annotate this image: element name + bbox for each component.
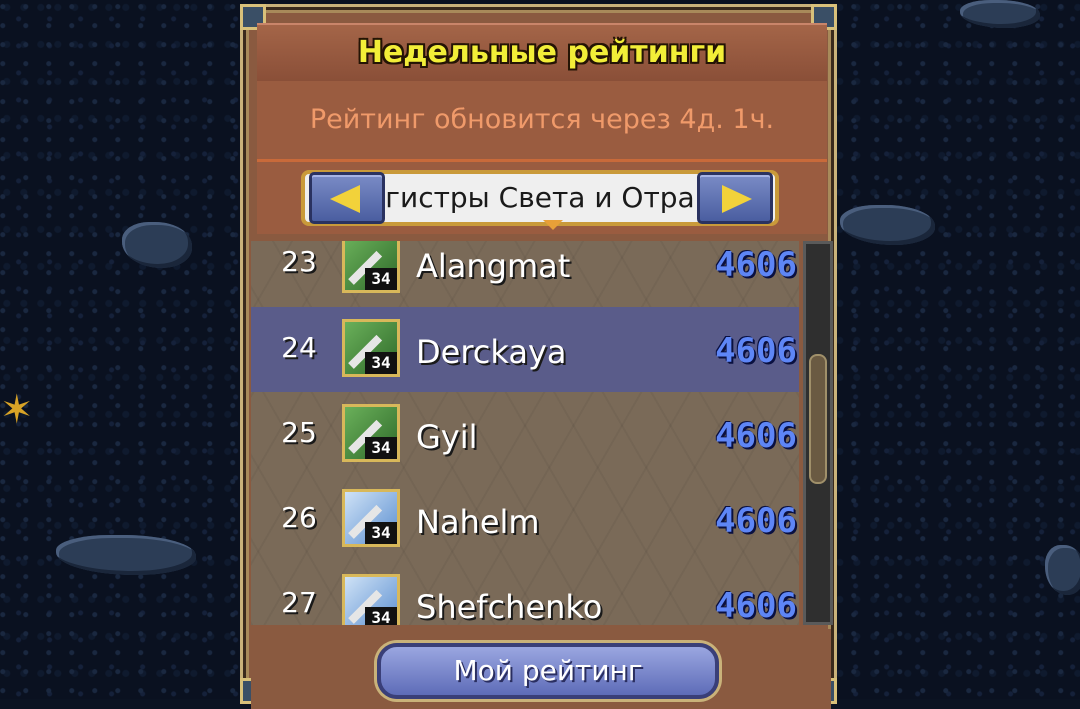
arrow-right-icon xyxy=(722,185,752,213)
ranking-row[interactable]: 23 34 Alangmat 4606 xyxy=(251,241,799,310)
player-level: 34 xyxy=(365,437,397,459)
starfish-icon: ✶ xyxy=(0,387,34,433)
dialog-title: Недельные рейтинги xyxy=(357,35,727,70)
player-level: 34 xyxy=(365,352,397,374)
player-score: 4606 xyxy=(715,586,797,625)
arrow-left-icon xyxy=(330,185,360,213)
dialog-footer: Мой рейтинг xyxy=(251,629,831,709)
player-score: 4606 xyxy=(715,245,797,285)
player-avatar-icon: 34 xyxy=(342,574,400,625)
ranking-row[interactable]: 25 34 Gyil 4606 xyxy=(251,392,799,477)
rank-number: 26 xyxy=(281,501,317,534)
prev-category-button[interactable] xyxy=(309,172,385,224)
rank-number: 25 xyxy=(281,416,317,449)
player-score: 4606 xyxy=(715,331,797,371)
player-level: 34 xyxy=(365,607,397,625)
player-name: Derckaya xyxy=(416,333,567,371)
player-score: 4606 xyxy=(715,416,797,456)
ranking-row[interactable]: 24 34 Derckaya 4606 xyxy=(251,307,799,392)
next-category-button[interactable] xyxy=(697,172,773,224)
player-name: Shefchenko xyxy=(416,588,603,625)
list-scrollbar[interactable] xyxy=(803,241,833,625)
my-rating-label: Мой рейтинг xyxy=(453,654,643,687)
player-avatar-icon: 34 xyxy=(342,241,400,293)
category-label: гистры Света и Отра xyxy=(385,181,695,214)
ratings-list[interactable]: 23 34 Alangmat 4606 24 34 Derckaya 4606 … xyxy=(251,241,799,625)
refresh-info: Рейтинг обновится через 4д. 1ч. xyxy=(257,81,827,162)
scrollbar-thumb[interactable] xyxy=(809,354,827,484)
my-rating-button[interactable]: Мой рейтинг xyxy=(377,643,719,699)
refresh-countdown: Рейтинг обновится через 4д. 1ч. xyxy=(309,104,775,135)
title-bar: Недельные рейтинги xyxy=(257,23,827,83)
category-selector: гистры Света и Отра xyxy=(257,162,827,234)
ranking-row[interactable]: 27 34 Shefchenko 4606 xyxy=(251,562,799,625)
player-level: 34 xyxy=(365,268,397,290)
player-name: Gyil xyxy=(416,418,478,456)
ranking-row[interactable]: 26 34 Nahelm 4606 xyxy=(251,477,799,562)
player-avatar-icon: 34 xyxy=(342,489,400,547)
player-score: 4606 xyxy=(715,501,797,541)
rank-number: 23 xyxy=(281,245,317,278)
player-name: Alangmat xyxy=(416,247,571,285)
player-level: 34 xyxy=(365,522,397,544)
player-name: Nahelm xyxy=(416,503,540,541)
rank-number: 27 xyxy=(281,586,317,619)
selector-pointer-icon xyxy=(543,220,563,230)
player-avatar-icon: 34 xyxy=(342,404,400,462)
ratings-dialog: Недельные рейтинги Рейтинг обновится чер… xyxy=(240,4,837,709)
player-avatar-icon: 34 xyxy=(342,319,400,377)
rank-number: 24 xyxy=(281,331,317,364)
